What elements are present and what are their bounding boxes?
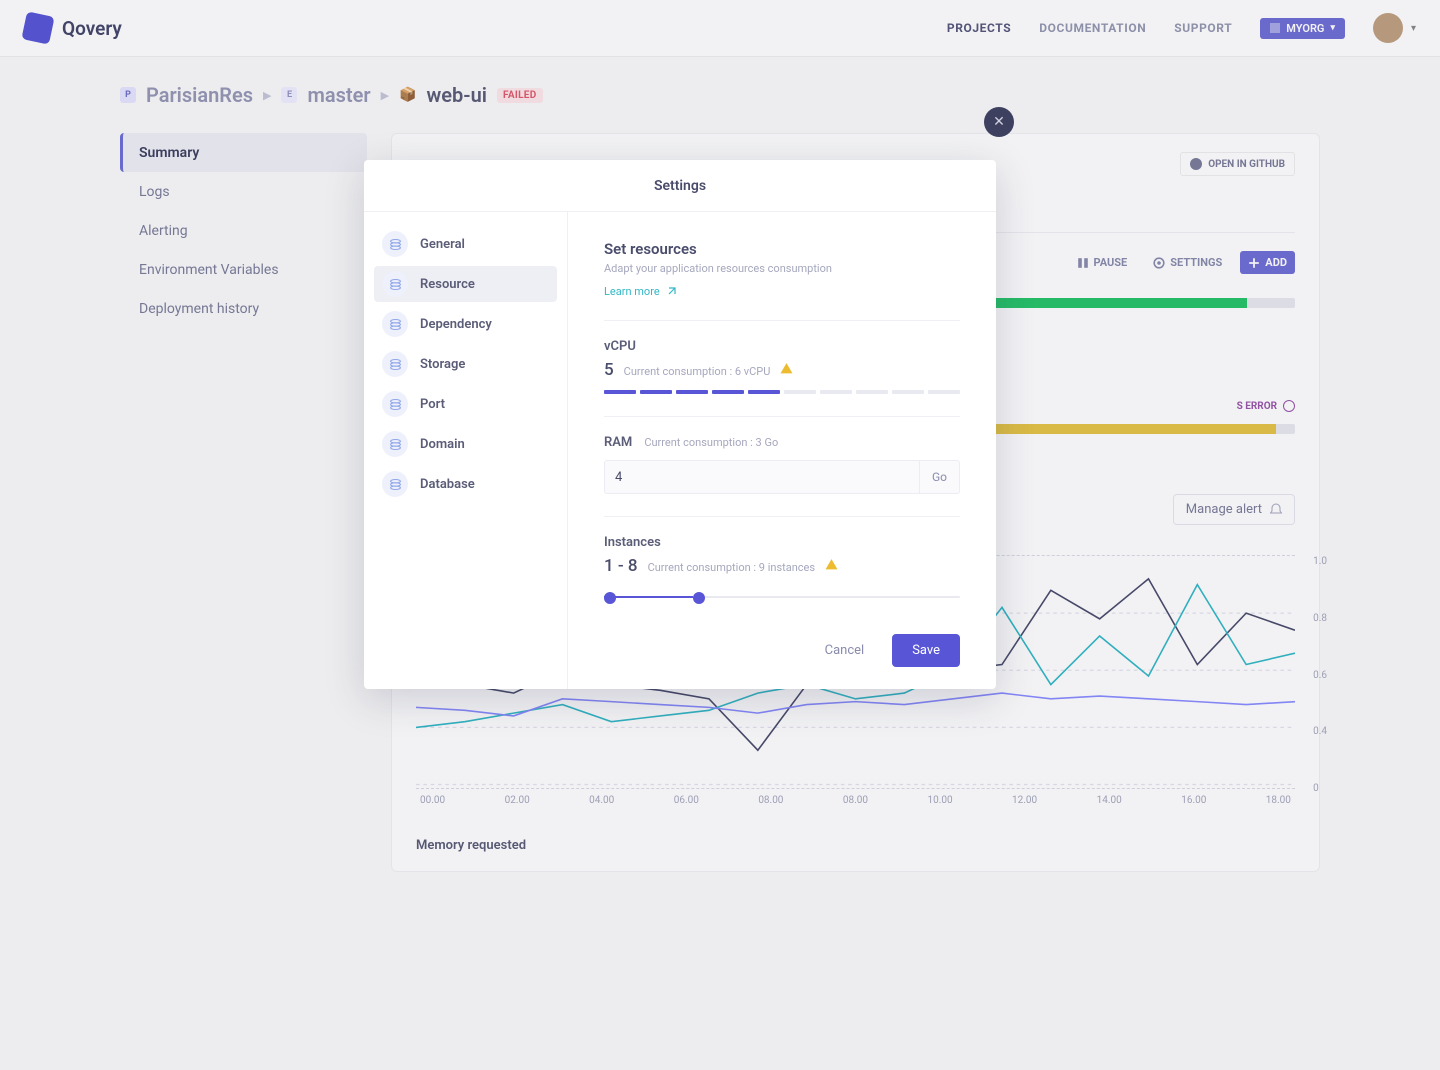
stack-icon bbox=[382, 271, 408, 297]
vcpu-label: vCPU bbox=[604, 339, 960, 354]
modal-panel: Set resources Adapt your application res… bbox=[568, 212, 996, 689]
instances-label: Instances bbox=[604, 535, 960, 550]
modal-nav-general[interactable]: General bbox=[374, 226, 557, 262]
panel-subtitle: Adapt your application resources consump… bbox=[604, 262, 960, 275]
vcpu-value: 5 bbox=[604, 360, 614, 380]
close-icon[interactable]: ✕ bbox=[984, 107, 1014, 137]
panel-title: Set resources bbox=[604, 240, 960, 258]
settings-modal: Settings General Resource Dependency Storag… bbox=[364, 160, 996, 689]
stack-icon bbox=[382, 351, 408, 377]
modal-nav-resource[interactable]: Resource bbox=[374, 266, 557, 302]
vcpu-slider[interactable] bbox=[604, 390, 960, 394]
ram-note: Current consumption : 3 Go bbox=[644, 436, 778, 449]
modal-nav-database[interactable]: Database bbox=[374, 466, 557, 502]
warning-icon bbox=[825, 558, 838, 571]
stack-icon bbox=[382, 391, 408, 417]
ram-label: RAM bbox=[604, 435, 632, 450]
range-handle-min[interactable] bbox=[604, 592, 616, 604]
instances-range-slider[interactable] bbox=[604, 590, 960, 604]
cancel-button[interactable]: Cancel bbox=[809, 634, 881, 667]
modal-nav-domain[interactable]: Domain bbox=[374, 426, 557, 462]
external-link-icon bbox=[666, 287, 676, 297]
stack-icon bbox=[382, 431, 408, 457]
stack-icon bbox=[382, 231, 408, 257]
range-handle-max[interactable] bbox=[693, 592, 705, 604]
ram-unit: Go bbox=[920, 460, 960, 494]
save-button[interactable]: Save bbox=[892, 634, 960, 667]
stack-icon bbox=[382, 311, 408, 337]
instances-note: Current consumption : 9 instances bbox=[648, 561, 816, 574]
modal-nav-port[interactable]: Port bbox=[374, 386, 557, 422]
instances-range: 1 - 8 bbox=[604, 556, 638, 576]
modal-nav-dependency[interactable]: Dependency bbox=[374, 306, 557, 342]
learn-more-link[interactable]: Learn more bbox=[604, 285, 960, 298]
stack-icon bbox=[382, 471, 408, 497]
modal-nav-storage[interactable]: Storage bbox=[374, 346, 557, 382]
ram-input[interactable] bbox=[604, 460, 920, 494]
modal-title: Settings bbox=[364, 160, 996, 212]
modal-nav: General Resource Dependency Storage Port Doma… bbox=[364, 212, 568, 689]
warning-icon bbox=[780, 362, 793, 375]
vcpu-note: Current consumption : 6 vCPU bbox=[624, 365, 771, 378]
